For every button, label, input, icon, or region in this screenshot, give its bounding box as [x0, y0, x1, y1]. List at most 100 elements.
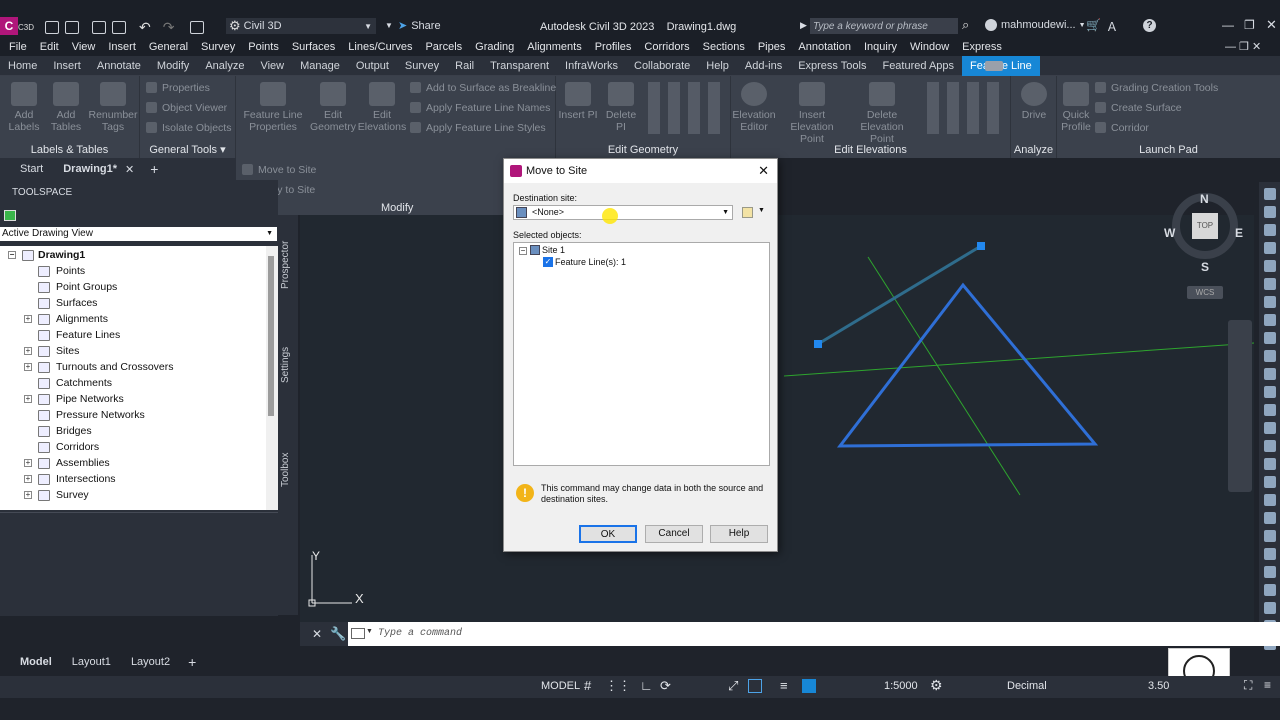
expand-icon[interactable]: + [24, 315, 32, 323]
new-tab-icon[interactable]: + [150, 161, 158, 177]
renumber-tags-button[interactable]: Renumber Tags [88, 82, 138, 133]
layout2-tab[interactable]: Layout2 [131, 656, 170, 668]
menu-item[interactable]: Express [962, 41, 1002, 53]
settings-tab[interactable]: Settings [280, 340, 296, 390]
expand-icon[interactable]: + [24, 475, 32, 483]
ribbon-tab[interactable]: Output [348, 56, 397, 76]
ribbon-tab[interactable]: Collaborate [626, 56, 698, 76]
ribbon-tab[interactable]: Home [0, 56, 45, 76]
help-icon[interactable]: ? [1143, 19, 1156, 32]
search-icon[interactable]: ⌕ [962, 17, 969, 33]
tree-item[interactable]: + Alignments [0, 311, 266, 327]
palette-tool-icon[interactable] [1263, 530, 1276, 542]
add-tables-button[interactable]: Add Tables [48, 82, 84, 133]
tree-root[interactable]: − Drawing1 [0, 247, 266, 263]
close-icon[interactable]: ✕ [758, 159, 769, 183]
delete-elevation-point-button[interactable]: Delete Elevation Point [847, 82, 917, 145]
tree-item[interactable]: + Intersections [0, 471, 266, 487]
ribbon-tab[interactable]: Survey [397, 56, 447, 76]
green-line[interactable] [783, 342, 1255, 377]
new-site-button[interactable]: ▼ [740, 205, 768, 220]
palette-tool-icon[interactable] [1263, 404, 1276, 416]
edit-geometry-button[interactable]: Edit Geometry [308, 82, 358, 133]
drawing-tab[interactable]: Drawing1* [63, 163, 117, 175]
compass-s[interactable]: S [1201, 260, 1209, 274]
command-history-icon[interactable] [351, 628, 365, 639]
quick-profile-button[interactable]: Quick Profile [1059, 82, 1093, 133]
ok-button[interactable]: OK [579, 525, 637, 543]
feature-line-checkbox[interactable]: ✓ [543, 257, 553, 267]
collapse-icon[interactable]: − [519, 247, 527, 255]
insert-elevation-point-button[interactable]: Insert Elevation Point [777, 82, 847, 145]
tree-item[interactable]: Point Groups [0, 279, 266, 295]
gear-icon[interactable]: ⚙ [930, 677, 943, 694]
tree-item[interactable]: Feature Lines [0, 327, 266, 343]
tree-item[interactable]: + Survey [0, 487, 266, 503]
tree-item[interactable]: + Pipe Networks [0, 391, 266, 407]
lineweight-icon[interactable]: ≡ [780, 678, 788, 693]
tree-item[interactable]: + Turnouts and Crossovers [0, 359, 266, 375]
palette-tool-icon[interactable] [1263, 278, 1276, 290]
green-line[interactable] [867, 256, 1021, 496]
user-menu[interactable]: mahmoudewi... ▼ [985, 19, 1086, 31]
ribbon-tab[interactable]: Express Tools [790, 56, 874, 76]
menu-item[interactable]: Sections [703, 41, 745, 53]
apply-styles-button[interactable]: Apply Feature Line Styles [410, 122, 546, 134]
annotation-visibility-icon[interactable] [802, 679, 816, 693]
palette-tool-icon[interactable] [1263, 224, 1276, 236]
grip-handle[interactable] [977, 242, 985, 250]
menu-item[interactable]: Points [248, 41, 279, 53]
minimize-icon[interactable]: — [1222, 18, 1234, 32]
tree-item[interactable]: Corridors [0, 439, 266, 455]
cancel-button[interactable]: Cancel [645, 525, 703, 543]
menu-item[interactable]: Insert [108, 41, 136, 53]
palette-tool-icon[interactable] [1263, 206, 1276, 218]
menu-item[interactable]: Grading [475, 41, 514, 53]
menu-item[interactable]: General [149, 41, 188, 53]
snap-icon[interactable]: ⋮⋮ [605, 678, 631, 694]
menu-item[interactable]: Window [910, 41, 949, 53]
menu-item[interactable]: Surfaces [292, 41, 335, 53]
menu-item[interactable]: Inquiry [864, 41, 897, 53]
elevation-editor-button[interactable]: Elevation Editor [731, 82, 777, 133]
add-layout-icon[interactable]: + [188, 654, 196, 670]
palette-tool-icon[interactable] [1263, 602, 1276, 614]
tree-item[interactable]: + Assemblies [0, 455, 266, 471]
scale-label[interactable]: 1:5000 [884, 680, 918, 692]
new-file-icon[interactable] [45, 20, 60, 34]
expand-icon[interactable]: + [24, 491, 32, 499]
share-button[interactable]: ➤ Share [398, 19, 441, 33]
start-tab[interactable]: Start [20, 163, 43, 175]
compass-n[interactable]: N [1200, 192, 1209, 206]
expand-icon[interactable]: + [24, 459, 32, 467]
grading-tools-button[interactable]: Grading Creation Tools [1095, 82, 1218, 94]
tree-item[interactable]: Surfaces [0, 295, 266, 311]
delete-pi-button[interactable]: Delete PI [600, 82, 642, 133]
palette-tool-icon[interactable] [1263, 494, 1276, 506]
expand-icon[interactable]: + [24, 363, 32, 371]
menu-item[interactable]: Survey [201, 41, 235, 53]
workspace-dropdown[interactable]: ⚙ Civil 3D ▼ [226, 18, 376, 34]
menu-item[interactable]: View [72, 41, 96, 53]
add-to-surface-button[interactable]: Add to Surface as Breakline [410, 82, 556, 94]
prospector-tab[interactable]: Prospector [280, 230, 296, 300]
ribbon-tab[interactable]: Featured Apps [874, 56, 962, 76]
model-space-button[interactable]: MODEL [541, 680, 580, 692]
model-tab[interactable]: Model [20, 656, 52, 668]
open-folder-icon[interactable] [65, 20, 80, 34]
close-icon[interactable]: ✕ [312, 627, 322, 641]
elevation-tools-icons[interactable] [927, 82, 1007, 134]
ribbon-tab[interactable]: InfraWorks [557, 56, 626, 76]
save-icon[interactable] [92, 20, 107, 34]
restore-icon[interactable]: ❐ [1244, 18, 1255, 32]
toolbox-tab[interactable]: Toolbox [280, 450, 296, 490]
insert-pi-button[interactable]: Insert PI [558, 82, 598, 121]
general-tools-dropdown[interactable]: General Tools ▾ [140, 143, 235, 156]
collapse-icon[interactable]: − [8, 251, 16, 259]
plot-icon[interactable] [190, 20, 205, 34]
redo-icon[interactable]: ↷ [163, 19, 175, 36]
units-label[interactable]: Decimal [1007, 680, 1047, 692]
ribbon-tab[interactable]: Manage [292, 56, 348, 76]
toolspace-view-select[interactable]: Active Drawing View ▼ [0, 227, 277, 241]
tree-item[interactable]: Points [0, 263, 266, 279]
